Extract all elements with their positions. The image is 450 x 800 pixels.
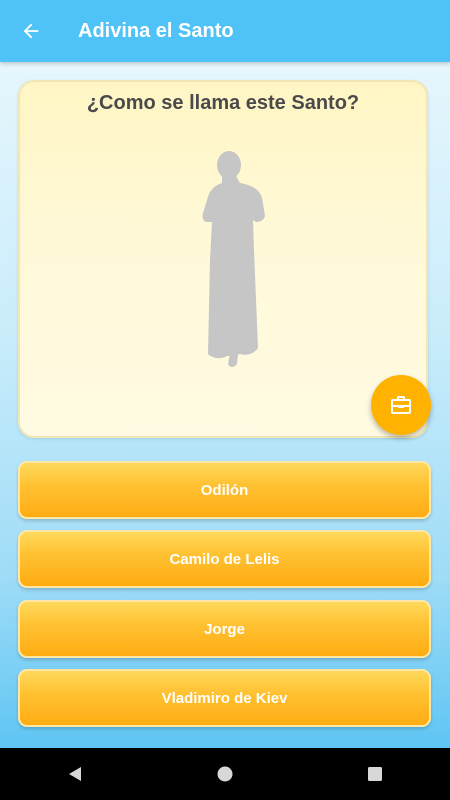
question-text: ¿Como se llama este Santo?: [86, 92, 360, 114]
back-button[interactable]: [0, 0, 62, 62]
answer-option-2[interactable]: Camilo de Lelis: [18, 530, 431, 588]
answer-option-4[interactable]: Vladimiro de Kiev: [18, 669, 431, 727]
answer-label: Odilón: [200, 481, 249, 499]
question-card: ¿Como se llama este Santo?: [18, 80, 428, 438]
answer-label: Vladimiro de Kiev: [161, 689, 288, 707]
arrow-back-icon: [23, 23, 39, 39]
home-circle-icon: [217, 766, 233, 782]
hint-button[interactable]: [371, 375, 431, 435]
answer-label: Camilo de Lelis: [169, 550, 280, 568]
answer-option-3[interactable]: Jorge: [18, 600, 431, 658]
recents-square-icon: [368, 767, 382, 781]
briefcase-icon: [391, 396, 411, 414]
back-triangle-icon: [69, 767, 81, 781]
page-title: Adivina el Santo: [78, 19, 234, 42]
nav-home-button[interactable]: [195, 748, 255, 800]
nav-recents-button[interactable]: [345, 748, 405, 800]
nav-back-button[interactable]: [45, 748, 105, 800]
answer-label: Jorge: [204, 620, 245, 638]
system-nav-bar: [0, 748, 450, 800]
saint-silhouette-image: [202, 151, 265, 367]
answer-option-1[interactable]: Odilón: [18, 461, 431, 519]
app-bar: Adivina el Santo: [0, 0, 450, 62]
